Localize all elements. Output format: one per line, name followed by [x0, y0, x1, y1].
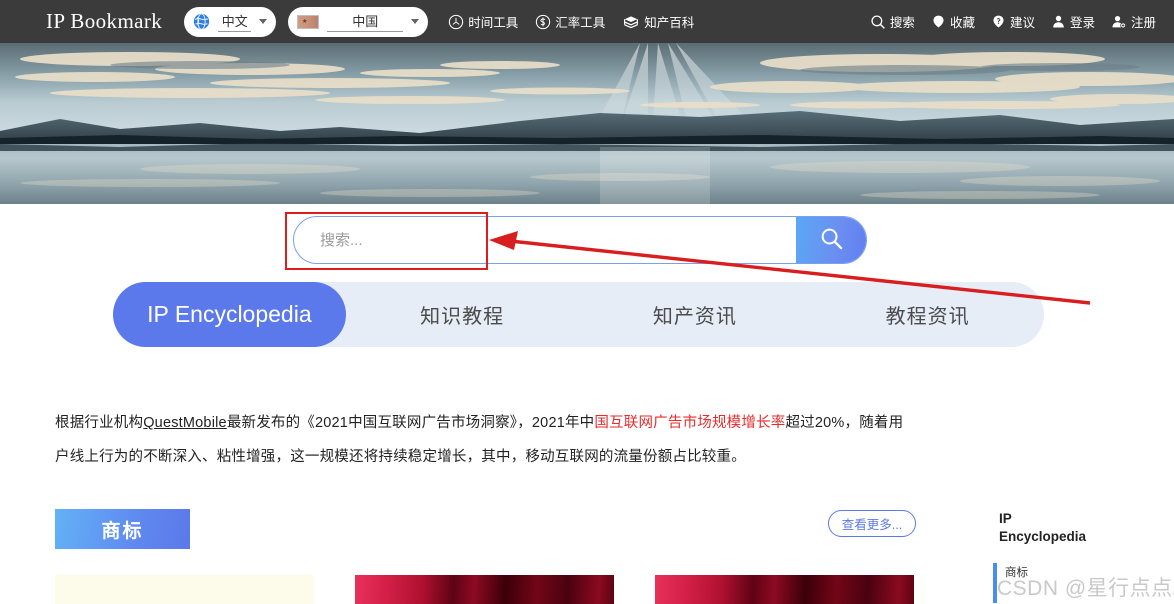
globe-icon: [193, 13, 210, 30]
view-more-button[interactable]: 查看更多...: [828, 510, 916, 537]
nav-item-favorites[interactable]: 收藏: [931, 12, 975, 31]
section-title-trademark: 商标: [55, 509, 190, 549]
card-thumbnail[interactable]: [355, 575, 614, 604]
tab-tutorial-news[interactable]: 教程资讯: [811, 282, 1044, 347]
clock-icon: [448, 14, 464, 30]
tab-knowledge-tutorial[interactable]: 知识教程: [346, 282, 579, 347]
database-icon: [622, 14, 640, 30]
feedback-icon: [991, 14, 1006, 29]
card-thumbnail[interactable]: [655, 575, 914, 604]
top-header: IP Bookmark 中文 中国 时间工具 汇率工具 知产百科 搜索 收藏 建…: [0, 0, 1174, 43]
tab-ip-encyclopedia[interactable]: IP Encyclopedia: [113, 282, 346, 347]
article-text-b: 最新发布的《2021中国互联网广告市场洞察》，2021年中: [226, 415, 595, 431]
header-tools-nav: 时间工具 汇率工具 知产百科: [448, 12, 694, 31]
site-logo[interactable]: IP Bookmark: [46, 9, 162, 34]
page-root: IP Bookmark 中文 中国 时间工具 汇率工具 知产百科 搜索 收藏 建…: [0, 0, 1174, 604]
hero-banner-image: [0, 43, 1174, 204]
nav-item-time-tool[interactable]: 时间工具: [448, 12, 518, 31]
search-icon: [870, 14, 886, 30]
language-select-value: 中文: [218, 11, 252, 32]
content-tabs: IP Encyclopedia 知识教程 知产资讯 教程资讯: [113, 282, 1044, 347]
nav-item-label: 登录: [1069, 16, 1095, 30]
locale-selectors: 中文 中国: [184, 6, 429, 37]
sidebar-title-line1: IP: [999, 511, 1012, 526]
language-select[interactable]: 中文: [184, 6, 277, 37]
chevron-down-icon: [259, 19, 268, 24]
nav-item-login[interactable]: 登录: [1051, 12, 1095, 31]
nav-item-label: 建议: [1009, 16, 1035, 30]
magnifier-icon: [819, 226, 844, 254]
country-select[interactable]: 中国: [288, 6, 429, 37]
nav-item-label: 知产百科: [644, 16, 695, 30]
article-text-a: 根据行业机构: [55, 415, 144, 431]
tab-ip-news[interactable]: 知产资讯: [579, 282, 812, 347]
sidebar-title: IP Encyclopedia: [999, 510, 1119, 546]
chevron-down-icon: [411, 19, 420, 24]
sidebar-title-line2: Encyclopedia: [999, 529, 1087, 544]
search-submit-button[interactable]: [796, 217, 866, 263]
nav-item-label: 时间工具: [468, 16, 519, 30]
header-account-nav: 搜索 收藏 建议 登录 注册: [870, 12, 1156, 31]
nav-item-ip-wiki[interactable]: 知产百科: [622, 12, 694, 31]
csdn-watermark: CSDN @星行点点。: [997, 577, 1174, 600]
card-thumbnail[interactable]: [55, 575, 314, 604]
nav-item-search[interactable]: 搜索: [870, 12, 915, 31]
article-text-highlight: 国互联网广告市场规模增长率: [594, 415, 786, 431]
nav-item-register[interactable]: 注册: [1111, 12, 1156, 31]
article-text-c: 超过20%，随着用: [785, 415, 904, 431]
nav-item-label: 搜索: [889, 16, 915, 30]
article-link-questmobile[interactable]: QuestMobile: [143, 415, 227, 431]
nav-item-suggestion[interactable]: 建议: [991, 12, 1035, 31]
country-select-value: 中国: [327, 11, 404, 32]
search-bar: [293, 216, 867, 264]
flag-icon: [297, 14, 320, 29]
nav-item-label: 汇率工具: [555, 16, 606, 30]
article-paragraph: 根据行业机构QuestMobile最新发布的《2021中国互联网广告市场洞察》，…: [55, 406, 915, 474]
nav-item-label: 注册: [1130, 16, 1156, 30]
search-input[interactable]: [294, 217, 796, 263]
nav-item-exchange-tool[interactable]: 汇率工具: [535, 12, 605, 31]
card-grid: [55, 575, 914, 604]
bookmark-icon: [931, 14, 946, 29]
user-add-icon: [1111, 14, 1127, 29]
user-icon: [1051, 14, 1066, 29]
currency-icon: [535, 14, 551, 30]
nav-item-label: 收藏: [949, 16, 975, 30]
article-text-line2: 户线上行为的不断深入、粘性增强，这一规模还将持续稳定增长，其中，移动互联网的流量…: [55, 449, 746, 465]
